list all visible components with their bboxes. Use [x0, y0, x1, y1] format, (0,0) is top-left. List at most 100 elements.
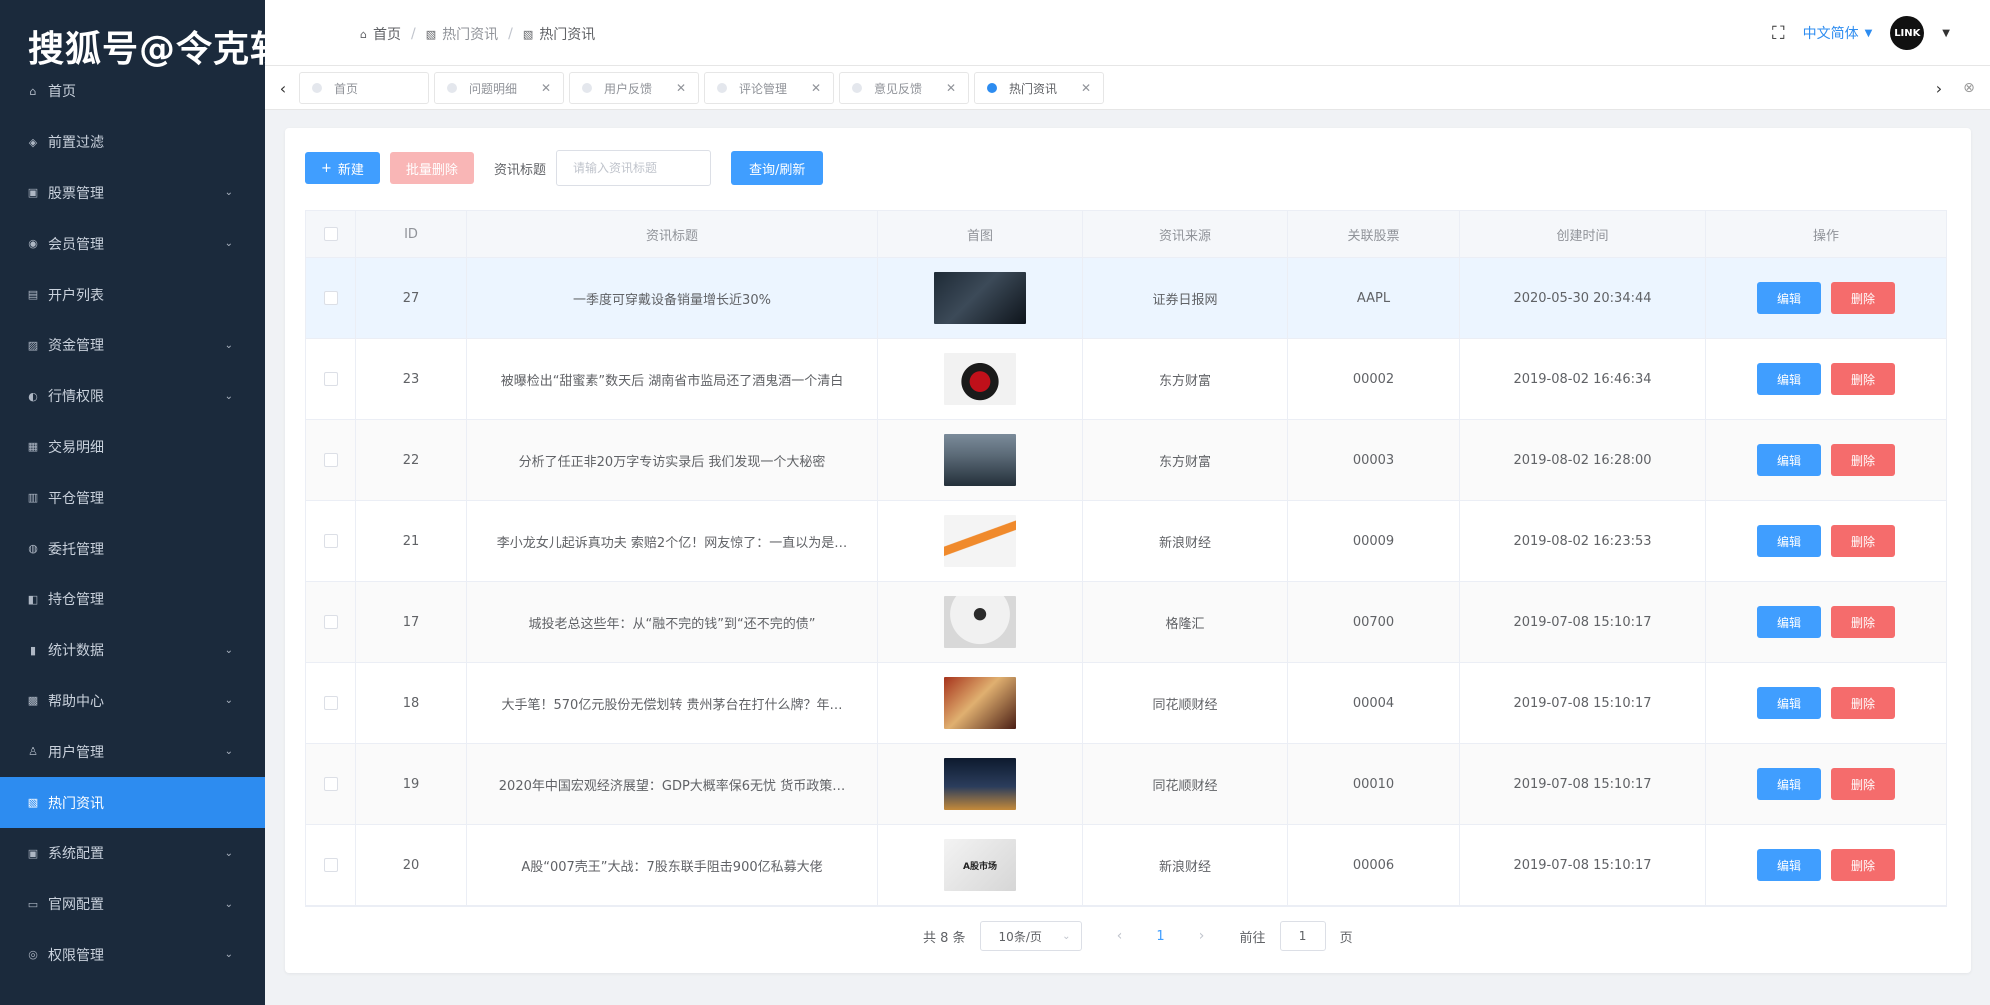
edit-button[interactable]: 编辑: [1757, 768, 1821, 800]
row-checkbox[interactable]: [323, 534, 338, 548]
edit-button[interactable]: 编辑: [1757, 282, 1821, 314]
breadcrumb-section[interactable]: ▧ 热门资讯: [426, 24, 498, 44]
row-checkbox[interactable]: [323, 858, 338, 872]
row-actions: 编辑 删除: [1706, 258, 1946, 338]
sidebar-item[interactable]: ◐ 行情权限 ⌄: [0, 371, 265, 422]
delete-button[interactable]: 删除: [1831, 282, 1895, 314]
tab-item[interactable]: 问题明细 ✕: [434, 72, 564, 104]
row-image-cell: [878, 744, 1083, 824]
row-checkbox[interactable]: [323, 696, 338, 710]
avatar[interactable]: LINK: [1890, 16, 1925, 50]
row-image-cell: [878, 339, 1083, 419]
edit-button[interactable]: 编辑: [1757, 525, 1821, 557]
chevron-right-icon[interactable]: ›: [1927, 66, 1951, 110]
edit-button[interactable]: 编辑: [1757, 849, 1821, 881]
sidebar-item-label: 帮助中心: [48, 693, 104, 710]
sidebar-item[interactable]: ▭ 官网配置 ⌄: [0, 879, 265, 930]
table-row: 19 2020年中国宏观经济展望：GDP大概率保6无忧 货币政策… 同花顺财经 000…: [306, 744, 1946, 825]
news-thumbnail[interactable]: [944, 353, 1016, 405]
delete-button[interactable]: 删除: [1831, 687, 1895, 719]
news-thumbnail[interactable]: [934, 272, 1026, 324]
breadcrumb-label: 热门资讯: [539, 27, 596, 43]
page-size-select[interactable]: 10条/页 ⌄: [979, 921, 1082, 951]
sidebar-item-label: 开户列表: [48, 287, 104, 304]
news-thumbnail[interactable]: A股市场: [944, 839, 1016, 891]
close-icon[interactable]: ✕: [1081, 81, 1091, 95]
chevron-down-icon: ⌄: [224, 898, 233, 910]
goto-page-input[interactable]: [1279, 921, 1326, 951]
news-thumbnail[interactable]: [944, 596, 1016, 648]
row-checkbox[interactable]: [323, 372, 338, 386]
close-icon[interactable]: ✕: [811, 81, 821, 95]
news-thumbnail[interactable]: [944, 515, 1016, 567]
sidebar-item[interactable]: ▦ 交易明细: [0, 422, 265, 473]
row-checkbox[interactable]: [323, 615, 338, 629]
delete-button[interactable]: 删除: [1831, 768, 1895, 800]
row-checkbox[interactable]: [323, 453, 338, 467]
edit-button[interactable]: 编辑: [1757, 606, 1821, 638]
fullscreen-icon[interactable]: ⛶: [1772, 23, 1785, 44]
chevron-down-icon: ⌄: [224, 949, 233, 961]
row-title: 李小龙女儿起诉真功夫 索赔2个亿！网友惊了：一直以为是…: [467, 501, 878, 581]
row-title-text: 2020年中国宏观经济展望：GDP大概率保6无忧 货币政策…: [498, 778, 846, 794]
sidebar-item[interactable]: ▤ 开户列表: [0, 269, 265, 320]
chevron-left-icon[interactable]: ‹: [271, 66, 295, 110]
sidebar-item-label: 股票管理: [48, 185, 104, 202]
sidebar-item[interactable]: ⌂ 首页: [0, 66, 265, 117]
query-refresh-button[interactable]: 查询/刷新: [730, 151, 824, 185]
tab-item[interactable]: 热门资讯 ✕: [974, 72, 1104, 104]
sidebar-item[interactable]: ▩ 帮助中心 ⌄: [0, 676, 265, 727]
delete-button[interactable]: 删除: [1831, 363, 1895, 395]
edit-button[interactable]: 编辑: [1757, 687, 1821, 719]
close-all-tabs-icon[interactable]: ⊗: [1957, 66, 1981, 110]
language-selector[interactable]: 中文简体 ▼: [1803, 23, 1873, 43]
tab-item[interactable]: 评论管理 ✕: [704, 72, 834, 104]
prev-page-button[interactable]: ‹: [1108, 928, 1132, 944]
delete-button[interactable]: 删除: [1831, 444, 1895, 476]
search-input[interactable]: [555, 150, 711, 186]
delete-button[interactable]: 删除: [1831, 525, 1895, 557]
tab-item[interactable]: 用户反馈 ✕: [569, 72, 699, 104]
next-page-button[interactable]: ›: [1190, 928, 1214, 944]
tab-status-dot: [447, 83, 457, 93]
sidebar-item[interactable]: ▨ 资金管理 ⌄: [0, 320, 265, 371]
edit-button[interactable]: 编辑: [1757, 363, 1821, 395]
edit-button[interactable]: 编辑: [1757, 444, 1821, 476]
current-page-number[interactable]: 1: [1146, 929, 1176, 944]
row-checkbox[interactable]: [323, 777, 338, 791]
delete-button[interactable]: 删除: [1831, 606, 1895, 638]
breadcrumb-home[interactable]: ⌂ 首页: [360, 24, 401, 44]
news-thumbnail[interactable]: [944, 434, 1016, 486]
sidebar-item[interactable]: ◧ 持仓管理: [0, 574, 265, 625]
sidebar-item-label: 前置过滤: [48, 135, 104, 152]
sidebar-item[interactable]: ◍ 委托管理: [0, 523, 265, 574]
sidebar-item[interactable]: ▣ 股票管理 ⌄: [0, 168, 265, 219]
sidebar-item[interactable]: ▮ 统计数据 ⌄: [0, 625, 265, 676]
news-thumbnail[interactable]: [944, 677, 1016, 729]
caret-down-icon[interactable]: ▼: [1942, 28, 1950, 39]
close-icon[interactable]: ✕: [541, 81, 551, 95]
sidebar-item[interactable]: ◉ 会员管理 ⌄: [0, 218, 265, 269]
chevron-down-icon: ⌄: [224, 746, 233, 758]
sidebar-item[interactable]: ▧ 热门资讯: [0, 777, 265, 828]
header-cell-id: ID: [356, 211, 467, 257]
sidebar-item[interactable]: ◈ 前置过滤: [0, 117, 265, 168]
sidebar-item[interactable]: ♙ 用户管理 ⌄: [0, 726, 265, 777]
batch-delete-button[interactable]: 批量删除: [389, 152, 474, 184]
close-icon[interactable]: ✕: [946, 81, 956, 95]
new-button[interactable]: + 新建: [305, 152, 380, 184]
tab-item[interactable]: 意见反馈 ✕: [839, 72, 969, 104]
delete-button[interactable]: 删除: [1831, 849, 1895, 881]
row-source: 同花顺财经: [1083, 744, 1288, 824]
news-thumbnail[interactable]: [944, 758, 1016, 810]
sidebar-item[interactable]: ◎ 权限管理 ⌄: [0, 930, 265, 981]
row-title: 被曝检出“甜蜜素”数天后 湖南省市监局还了酒鬼酒一个清白: [467, 339, 878, 419]
sidebar-item[interactable]: ▥ 平仓管理: [0, 472, 265, 523]
row-stock: 00002: [1288, 339, 1460, 419]
row-checkbox[interactable]: [323, 291, 338, 305]
sidebar-item[interactable]: ▣ 系统配置 ⌄: [0, 828, 265, 879]
tab-item[interactable]: 首页: [299, 72, 429, 104]
select-all-checkbox[interactable]: [323, 227, 338, 241]
table-row: 21 李小龙女儿起诉真功夫 索赔2个亿！网友惊了：一直以为是… 新浪财经 00009 2…: [306, 501, 1946, 582]
close-icon[interactable]: ✕: [676, 81, 686, 95]
